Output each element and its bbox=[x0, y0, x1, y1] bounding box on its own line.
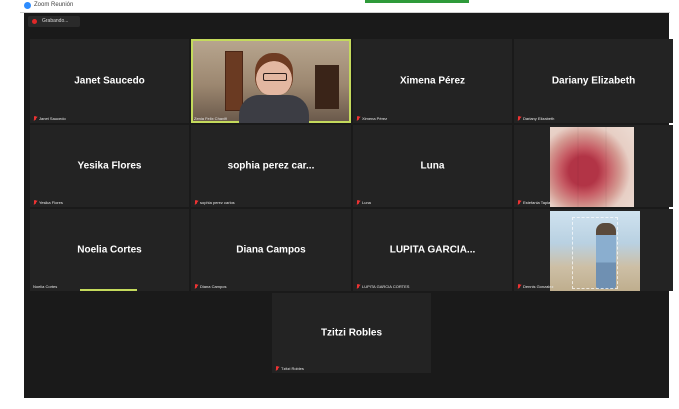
participant-display-name: Dariany Elizabeth bbox=[551, 75, 636, 87]
participant-tile[interactable]: Janet Saucedo Janet Saucedo bbox=[30, 39, 189, 123]
participant-video bbox=[193, 41, 349, 123]
mic-muted-icon bbox=[517, 284, 521, 289]
mic-muted-icon bbox=[275, 366, 279, 371]
window-titlebar: Zoom Reunión bbox=[20, 0, 670, 13]
participant-display-name: Diana Campos bbox=[236, 244, 306, 256]
participant-label-text: Noelia Cortes bbox=[33, 284, 58, 289]
mic-muted-icon bbox=[33, 200, 37, 205]
participant-tile-active-speaker[interactable]: Zenia Felix Chaviñ bbox=[191, 39, 351, 123]
speaking-indicator bbox=[80, 289, 137, 291]
participant-label-text: Luna bbox=[362, 200, 371, 205]
participant-display-name: Yesika Flores bbox=[77, 160, 142, 172]
mic-muted-icon bbox=[194, 200, 198, 205]
participant-label: Ximena Pérez bbox=[356, 116, 387, 121]
participant-label: Zenia Felix Chaviñ bbox=[194, 116, 227, 121]
participant-label-text: Yesika Flores bbox=[39, 200, 63, 205]
participant-tile[interactable]: Tzitzi Robles Tzitzi Robles bbox=[272, 293, 431, 373]
participant-label: Estefania Tapia bbox=[517, 200, 550, 205]
video-background-chair bbox=[315, 65, 339, 109]
participant-tile[interactable]: Estefania Tapia bbox=[514, 125, 673, 207]
participant-tile[interactable]: Ximena Pérez Ximena Pérez bbox=[353, 39, 512, 123]
participant-tile[interactable]: Dariany Elizabeth Dariany Elizabeth bbox=[514, 39, 673, 123]
participant-label-text: Dariany Elizabeth bbox=[523, 116, 555, 121]
participant-display-name: sophia perez car... bbox=[227, 160, 315, 172]
participant-label-text: Dennis Gonzalez bbox=[523, 284, 554, 289]
video-background-door bbox=[225, 51, 243, 111]
participant-label-text: Tzitzi Robles bbox=[281, 366, 304, 371]
video-participant-glasses bbox=[263, 73, 287, 81]
mic-muted-icon bbox=[356, 200, 360, 205]
participant-label: LUPITA GARCIA CORTES bbox=[356, 284, 409, 289]
video-participant-body bbox=[239, 95, 309, 123]
participant-label-text: sophia perez carlos bbox=[200, 200, 235, 205]
mic-muted-icon bbox=[33, 116, 37, 121]
mic-muted-icon bbox=[517, 116, 521, 121]
participant-tile[interactable]: sophia perez car... sophia perez carlos bbox=[191, 125, 351, 207]
participant-tile[interactable]: Luna Luna bbox=[353, 125, 512, 207]
participant-tile[interactable]: Dennis Gonzalez bbox=[514, 209, 673, 291]
participant-label-text: Zenia Felix Chaviñ bbox=[194, 116, 228, 121]
participant-label-text: Janet Saucedo bbox=[39, 116, 66, 121]
participant-video-pixelated bbox=[550, 127, 634, 207]
participant-label: Dennis Gonzalez bbox=[517, 284, 553, 289]
participant-label: Janet Saucedo bbox=[33, 116, 66, 121]
participant-display-name: Janet Saucedo bbox=[74, 75, 145, 87]
participant-video-photo bbox=[550, 211, 640, 291]
mic-muted-icon bbox=[517, 200, 521, 205]
recording-label: Grabando... bbox=[42, 18, 69, 24]
participant-label: sophia perez carlos bbox=[194, 200, 235, 205]
participant-label: Yesika Flores bbox=[33, 200, 63, 205]
participant-label: Dariany Elizabeth bbox=[517, 116, 554, 121]
participant-label: Diana Campos bbox=[194, 284, 226, 289]
recording-indicator[interactable]: Grabando... bbox=[28, 16, 80, 27]
participant-display-name: LUPITA GARCIA... bbox=[389, 244, 476, 256]
participant-label: Luna bbox=[356, 200, 371, 205]
participant-label-text: Ximena Pérez bbox=[362, 116, 388, 121]
mic-muted-icon bbox=[356, 116, 360, 121]
participant-tile[interactable]: Yesika Flores Yesika Flores bbox=[30, 125, 189, 207]
mic-muted-icon bbox=[356, 284, 360, 289]
record-icon bbox=[32, 19, 37, 24]
participant-label-text: Diana Campos bbox=[200, 284, 227, 289]
mic-muted-icon bbox=[194, 284, 198, 289]
participant-display-name: Ximena Pérez bbox=[399, 75, 466, 87]
participant-label: Noelia Cortes bbox=[33, 284, 57, 289]
participant-tile[interactable]: LUPITA GARCIA... LUPITA GARCIA CORTES bbox=[353, 209, 512, 291]
top-accent-bar bbox=[365, 0, 469, 3]
participant-display-name: Noelia Cortes bbox=[77, 244, 142, 256]
participant-display-name: Luna bbox=[420, 160, 445, 172]
participant-label-text: LUPITA GARCIA CORTES bbox=[362, 284, 410, 289]
participant-label: Tzitzi Robles bbox=[275, 366, 304, 371]
photo-selection-overlay bbox=[572, 217, 618, 289]
zoom-app-icon bbox=[24, 2, 31, 9]
participant-label-text: Estefania Tapia bbox=[523, 200, 551, 205]
participant-tile[interactable]: Diana Campos Diana Campos bbox=[191, 209, 351, 291]
participant-display-name: Tzitzi Robles bbox=[320, 327, 383, 339]
window-title: Zoom Reunión bbox=[34, 2, 74, 8]
participant-tile[interactable]: Noelia Cortes Noelia Cortes bbox=[30, 209, 189, 291]
